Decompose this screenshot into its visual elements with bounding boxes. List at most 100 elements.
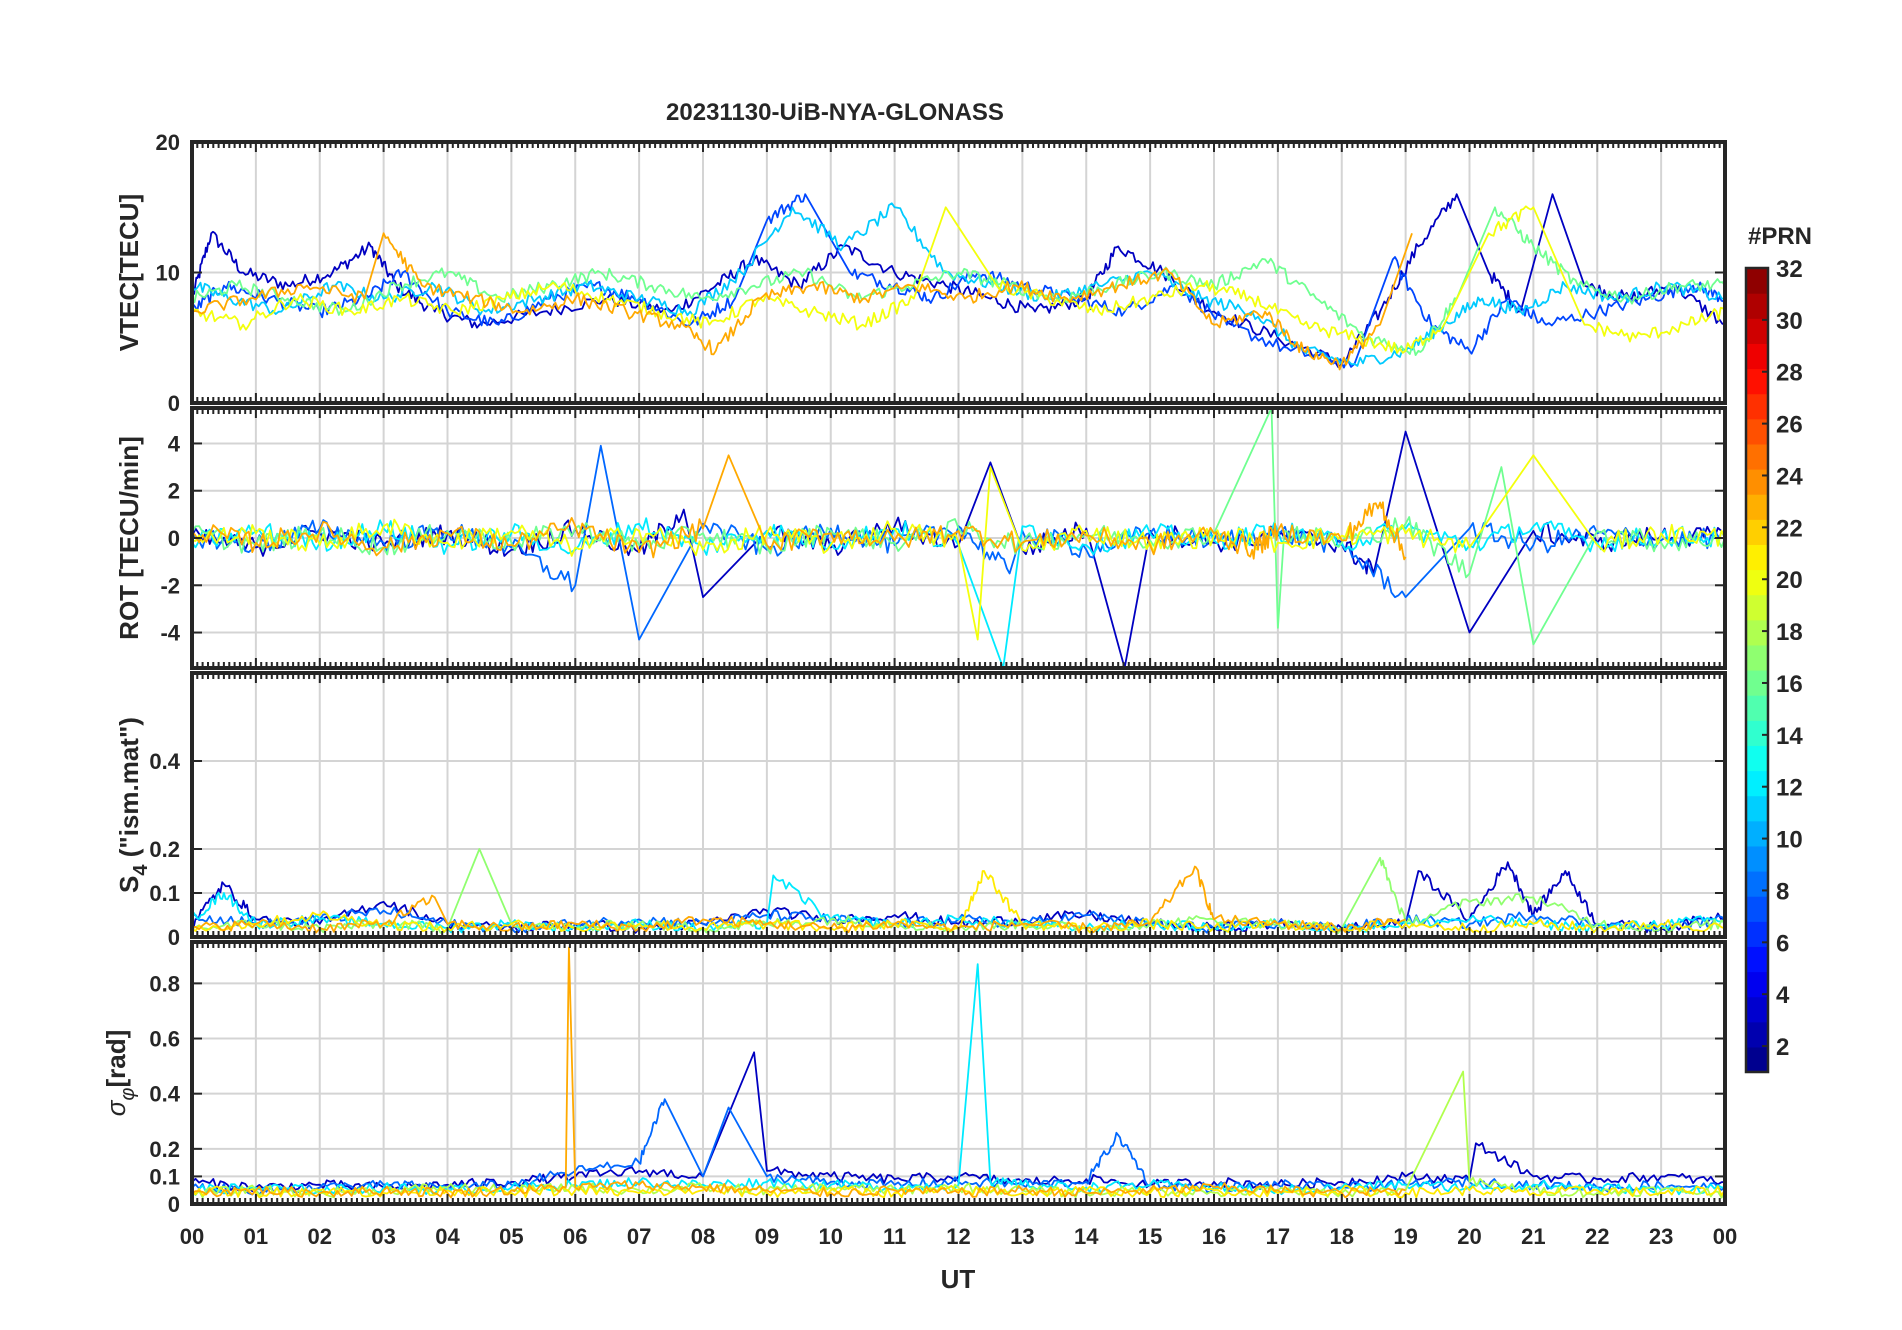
colorbar: 2468101214161820222426283032#PRN bbox=[1744, 223, 1812, 1074]
y-axis-label: σφ[rad] bbox=[101, 1030, 139, 1117]
x-tick-label: 15 bbox=[1138, 1224, 1162, 1249]
x-tick-label: 01 bbox=[244, 1224, 268, 1249]
colorbar-band bbox=[1746, 795, 1768, 822]
panel-vtec: 0 10 20 VTEC[TECU] bbox=[114, 130, 1727, 416]
colorbar-tick-label: 12 bbox=[1776, 775, 1803, 802]
x-tick-label: 17 bbox=[1266, 1224, 1290, 1249]
y-axis-label-subscript: φ bbox=[117, 1088, 139, 1101]
y-tick-label: -4 bbox=[160, 621, 180, 646]
colorbar-band bbox=[1746, 494, 1768, 520]
y-axis-label-main: σ bbox=[101, 1099, 131, 1116]
x-tick-label: 21 bbox=[1521, 1224, 1545, 1249]
panels: 0 10 20 VTEC[TECU] -4 -2 0 2 4 ROT [TECU/min] 0 0.1… bbox=[101, 130, 1727, 1217]
colorbar-band bbox=[1746, 720, 1768, 746]
x-tick-label: 20 bbox=[1457, 1224, 1481, 1249]
x-tick-label: 16 bbox=[1202, 1224, 1226, 1249]
x-tick-label: 06 bbox=[563, 1224, 587, 1249]
colorbar-label: #PRN bbox=[1748, 223, 1812, 250]
y-tick-label: 10 bbox=[156, 261, 180, 286]
colorbar-band bbox=[1746, 946, 1768, 973]
x-tick-label: 23 bbox=[1649, 1224, 1673, 1249]
y-tick-label: 0.8 bbox=[149, 971, 180, 996]
colorbar-band bbox=[1746, 845, 1768, 872]
colorbar-band bbox=[1746, 1046, 1768, 1073]
colorbar-band bbox=[1746, 469, 1768, 495]
colorbar-tick-label: 14 bbox=[1776, 723, 1803, 750]
y-tick-label: 0.1 bbox=[149, 881, 180, 906]
colorbar-band bbox=[1746, 871, 1768, 897]
y-tick-label: 20 bbox=[156, 130, 180, 155]
y-tick-label: 0 bbox=[168, 391, 180, 416]
y-axis-label-rest: ("ism.mat") bbox=[114, 717, 144, 864]
figure: 20231130-UiB-NYA-GLONASS 01020VTEC[TECU]… bbox=[101, 99, 1812, 1294]
colorbar-band bbox=[1746, 644, 1768, 671]
y-tick-label: 0 bbox=[168, 1192, 180, 1217]
y-tick-label: 2 bbox=[168, 479, 180, 504]
x-tick-label: 12 bbox=[946, 1224, 970, 1249]
x-tick-label: 07 bbox=[627, 1224, 651, 1249]
panel-s4: 0 0.1 0.2 0.4S4 ("ism.mat") bbox=[114, 671, 1727, 950]
x-tick-label: 04 bbox=[435, 1224, 460, 1249]
y-axis-label-main: S bbox=[114, 876, 144, 893]
y-axis-label: ROT [TECU/min] bbox=[114, 436, 144, 640]
y-tick-label: -2 bbox=[160, 573, 180, 598]
x-tick-label: 22 bbox=[1585, 1224, 1609, 1249]
colorbar-band bbox=[1746, 343, 1768, 370]
colorbar-tick-label: 2 bbox=[1776, 1034, 1789, 1061]
colorbar-tick-label: 18 bbox=[1776, 619, 1803, 646]
colorbar-tick-label: 20 bbox=[1776, 567, 1803, 594]
y-tick-label: 4 bbox=[168, 431, 181, 456]
colorbar-band bbox=[1746, 1021, 1768, 1048]
x-tick-labels: 00 01 02 03 04 05 06 07 08 09 10 11 12 13 14 15 16 17 18 19… bbox=[180, 1224, 1737, 1249]
colorbar-tick-label: 24 bbox=[1776, 463, 1803, 490]
colorbar-band bbox=[1746, 393, 1768, 420]
x-tick-label: 14 bbox=[1074, 1224, 1099, 1249]
colorbar-tick-label: 26 bbox=[1776, 412, 1803, 439]
panel-rot: -4 -2 0 2 4 ROT [TECU/min] bbox=[114, 406, 1727, 670]
colorbar-band bbox=[1746, 820, 1768, 847]
colorbar-tick-label: 6 bbox=[1776, 930, 1789, 957]
colorbar-band bbox=[1746, 519, 1768, 545]
colorbar-band bbox=[1746, 443, 1768, 470]
y-tick-label: 0.4 bbox=[149, 749, 180, 774]
y-tick-label: 0.1 bbox=[149, 1164, 180, 1189]
x-tick-label: 00 bbox=[1713, 1224, 1737, 1249]
x-tick-label: 19 bbox=[1393, 1224, 1417, 1249]
y-tick-label: 0.2 bbox=[149, 837, 180, 862]
x-tick-label: 18 bbox=[1330, 1224, 1354, 1249]
colorbar-band bbox=[1746, 544, 1768, 571]
x-tick-label: 10 bbox=[819, 1224, 843, 1249]
y-tick-label: 0 bbox=[168, 526, 180, 551]
colorbar-tick-label: 10 bbox=[1776, 827, 1803, 854]
y-axis-label-rest: [rad] bbox=[101, 1030, 131, 1088]
x-tick-label: 00 bbox=[180, 1224, 204, 1249]
colorbar-tick-label: 22 bbox=[1776, 515, 1803, 542]
x-tick-label: 09 bbox=[755, 1224, 779, 1249]
colorbar-band bbox=[1746, 293, 1768, 319]
colorbar-tick-label: 4 bbox=[1776, 982, 1790, 1009]
x-tick-label: 02 bbox=[308, 1224, 332, 1249]
colorbar-band bbox=[1746, 896, 1768, 922]
colorbar-band bbox=[1746, 318, 1768, 344]
x-tick-label: 08 bbox=[691, 1224, 715, 1249]
y-axis-label: S4 ("ism.mat") bbox=[114, 717, 152, 893]
panel-sigma_phi: 0 0.10.2 0.4 0.6 0.8 σφ[rad] bbox=[101, 940, 1727, 1217]
colorbar-tick-label: 16 bbox=[1776, 671, 1803, 698]
x-tick-label: 13 bbox=[1010, 1224, 1034, 1249]
colorbar-band bbox=[1746, 594, 1768, 621]
x-axis-label: UT bbox=[941, 1264, 976, 1294]
colorbar-tick-label: 8 bbox=[1776, 878, 1789, 905]
colorbar-band bbox=[1746, 619, 1768, 646]
colorbar-tick-label: 32 bbox=[1776, 256, 1803, 283]
colorbar-band bbox=[1746, 996, 1768, 1023]
colorbar-band bbox=[1746, 770, 1768, 797]
y-axis-label: VTEC[TECU] bbox=[114, 194, 144, 351]
colorbar-tick-label: 28 bbox=[1776, 360, 1803, 387]
x-tick-label: 11 bbox=[883, 1224, 906, 1249]
y-tick-label: 0.2 bbox=[149, 1137, 180, 1162]
colorbar-band bbox=[1746, 569, 1768, 596]
colorbar-tick-label: 30 bbox=[1776, 308, 1803, 335]
y-tick-label: 0.4 bbox=[149, 1082, 180, 1107]
colorbar-band bbox=[1746, 268, 1768, 294]
x-tick-label: 03 bbox=[371, 1224, 395, 1249]
